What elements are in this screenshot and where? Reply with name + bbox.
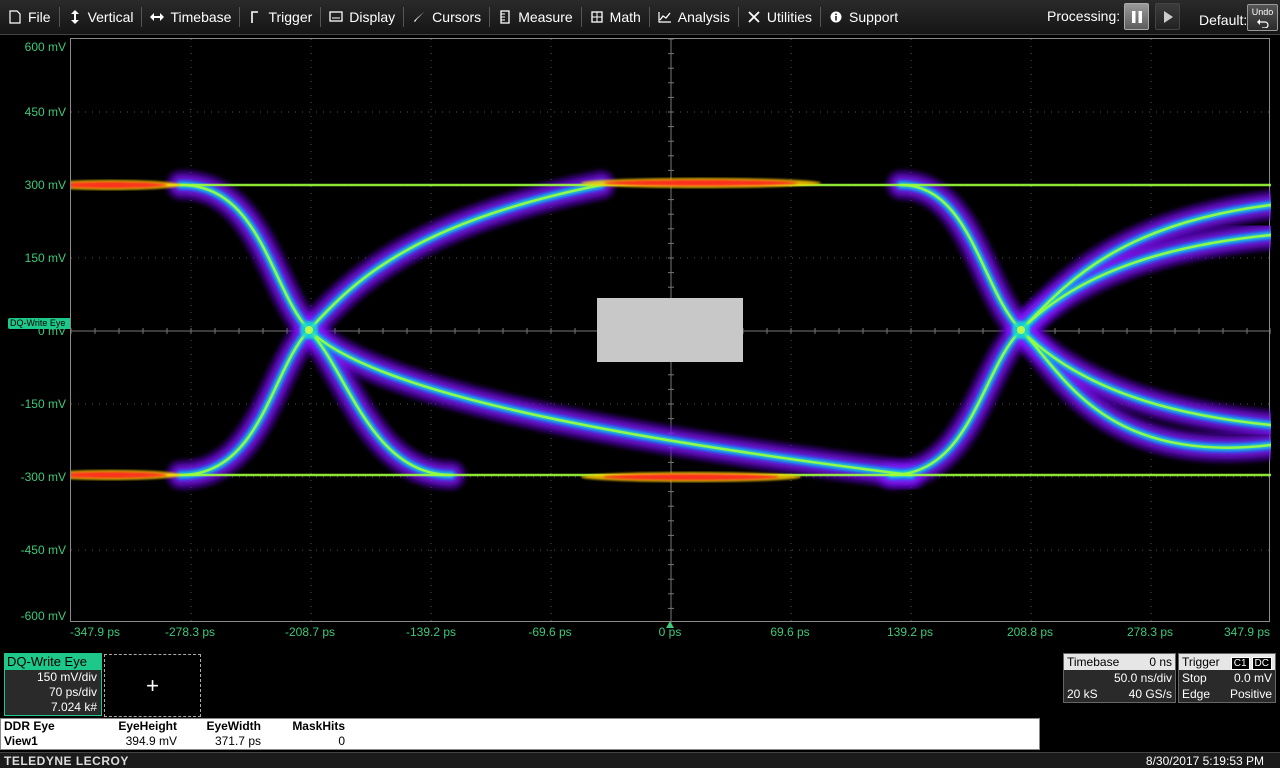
menu-bar: File Vertical Timebase Trigger Display C… [0,0,1280,35]
menu-math[interactable]: Math [582,0,649,35]
trigger-source-tag: C1 [1230,657,1250,670]
pause-icon [1131,10,1142,23]
tools-icon [747,10,761,24]
menu-measure-label: Measure [518,9,573,25]
timebase-samples: 20 kS [1067,687,1098,701]
timebase-label: Timebase [1067,655,1120,669]
measurement-header: EyeWidth [206,719,261,733]
undo-button[interactable]: Undo [1247,4,1278,31]
menu-trigger[interactable]: Trigger [240,0,320,35]
vertical-arrows-icon [68,10,82,24]
trigger-type: Edge [1182,687,1211,701]
measure-icon [498,10,512,24]
trigger-coupling-tag: DC [1251,657,1272,670]
trigger-icon [248,10,262,24]
measurement-value-row: View1 394.9 mV 371.7 ps 0 [1,734,1039,749]
timebase-descriptor[interactable]: Timebase 0 ns 50.0 ns/div 20 kS 40 GS/s [1063,653,1176,703]
x-axis-label: -347.9 ps [69,625,121,639]
channel-vdiv: 150 mV/div [5,670,101,685]
x-axis-label: 69.6 ps [770,625,810,639]
eye-mask [597,298,743,362]
display-icon [329,10,343,24]
menu-math-label: Math [609,9,641,25]
menu-measure[interactable]: Measure [490,0,580,35]
menu-trigger-label: Trigger [268,9,313,25]
status-bar: TELEDYNE LECROY 8/30/2017 5:19:53 PM [0,752,1280,768]
cursor-icon [412,10,426,24]
menu-utilities[interactable]: Utilities [739,0,820,35]
menu-file-label: File [28,9,51,25]
horizontal-arrows-icon [150,10,165,24]
play-icon [1163,10,1173,23]
menu-utilities-label: Utilities [766,9,813,25]
undo-icon [1256,19,1269,29]
trigger-mode: Stop [1182,671,1207,685]
trigger-position-marker[interactable] [666,621,674,628]
default-label: Default: [1199,12,1248,28]
undo-label: Undo [1251,7,1274,17]
y-axis-label: -150 mV [20,397,66,411]
y-axis-label: 450 mV [24,105,66,119]
analysis-icon [658,10,672,24]
x-axis-label: 347.9 ps [1223,625,1271,639]
trigger-slope: Positive [1229,687,1272,701]
menu-display-label: Display [349,9,396,25]
channel-marker[interactable]: DQ-Write Eye [8,318,70,329]
timebase-rate: 40 GS/s [1128,687,1172,701]
channel-count: 7.024 k# [5,700,101,715]
measurement-value: 0 [338,734,345,748]
channel-title: DQ-Write Eye [5,654,101,670]
channel-tdiv: 70 ps/div [5,685,101,700]
measurement-value: 394.9 mV [125,734,177,748]
datetime: 8/30/2017 5:19:53 PM [1145,754,1264,768]
info-icon [829,10,843,24]
y-axis-label: -300 mV [20,470,66,484]
menu-display[interactable]: Display [321,0,403,35]
trigger-descriptor[interactable]: Trigger C1 DC Stop 0.0 mV Edge Positive [1178,653,1276,703]
measurement-table[interactable]: DDR Eye EyeHeight EyeWidth MaskHits View… [0,718,1040,750]
processing-label: Processing: [1047,8,1121,24]
x-axis-label: 139.2 ps [886,625,934,639]
measurement-value: 371.7 ps [214,734,261,748]
x-axis-label: -69.6 ps [528,625,572,639]
pause-button[interactable] [1124,3,1149,30]
menu-file[interactable]: File [0,0,59,35]
menu-vertical[interactable]: Vertical [60,0,142,35]
x-axis-label: 208.8 ps [1006,625,1054,639]
trigger-label: Trigger [1182,655,1220,669]
x-axis-label: -208.7 ps [284,625,336,639]
x-axis-label: -278.3 ps [164,625,216,639]
timebase-tdiv: 50.0 ns/div [1113,671,1172,685]
y-axis-label: -600 mV [20,609,66,623]
y-axis-label: 300 mV [24,178,66,192]
channel-descriptor[interactable]: DQ-Write Eye 150 mV/div 70 ps/div 7.024 … [4,653,102,716]
menu-analysis-label: Analysis [677,9,730,25]
measurement-header: EyeHeight [118,719,177,733]
trigger-level: 0.0 mV [1233,671,1272,685]
measurement-row-label: View1 [4,734,38,748]
y-axis-label: 150 mV [24,251,66,265]
timebase-delay: 0 ns [1149,655,1172,669]
measurement-title: DDR Eye [4,719,55,733]
menu-analysis[interactable]: Analysis [650,0,738,35]
measurement-header: MaskHits [292,719,345,733]
menu-cursors[interactable]: Cursors [404,0,489,35]
plus-icon: + [146,672,159,698]
run-button[interactable] [1155,3,1180,30]
menu-timebase[interactable]: Timebase [142,0,239,35]
menu-vertical-label: Vertical [87,9,134,25]
brand-logo: TELEDYNE LECROY [4,754,129,768]
calculator-icon [590,10,604,24]
x-axis-label: 278.3 ps [1126,625,1174,639]
menu-cursors-label: Cursors [432,9,482,25]
menu-support-label: Support [849,9,899,25]
x-axis-label: -139.2 ps [405,625,457,639]
y-axis-label: -450 mV [20,543,66,557]
menu-timebase-label: Timebase [170,9,232,25]
file-icon [8,10,22,24]
menu-support[interactable]: Support [821,0,906,35]
y-axis-label: 600 mV [24,40,66,54]
add-trace-slot[interactable]: + [104,654,201,717]
measurement-header-row: DDR Eye EyeHeight EyeWidth MaskHits [1,719,1039,734]
